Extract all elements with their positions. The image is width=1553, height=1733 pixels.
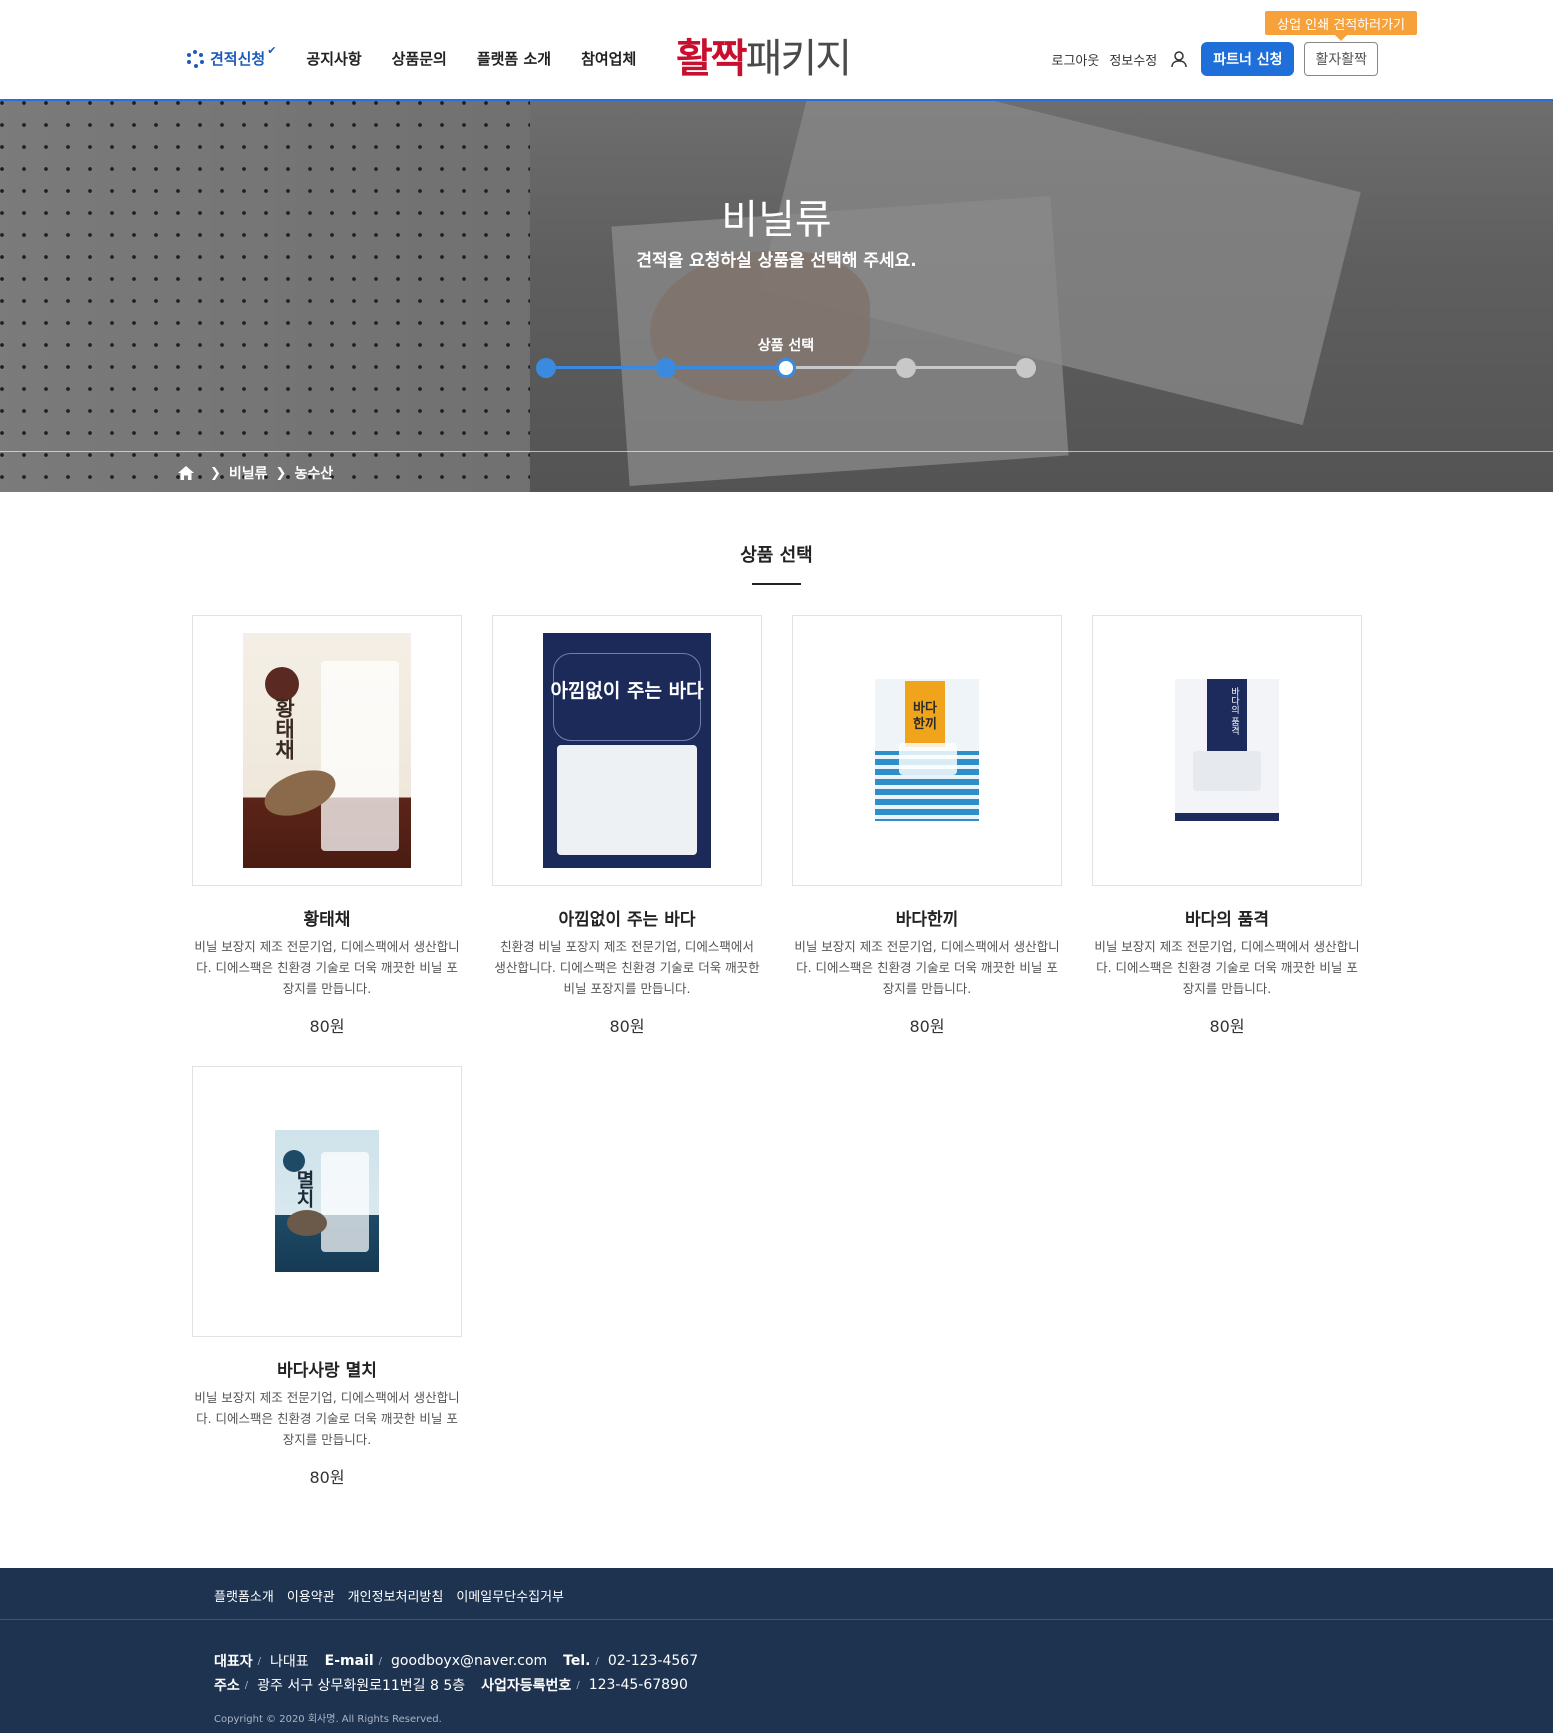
package-text: 아낌없이 주는 바다	[550, 680, 704, 702]
product-price: 80원	[309, 1468, 345, 1487]
product-image[interactable]: 황태채	[192, 615, 462, 886]
product-price: 80원	[309, 1017, 345, 1036]
site-footer: 플랫폼소개 이용약관 개인정보처리방침 이메일무단수집거부 대표자 / 나대표 E…	[0, 1568, 1553, 1733]
footer-link-privacy[interactable]: 개인정보처리방침	[348, 1586, 444, 1605]
product-description: 친환경 비닐 포장지 제조 전문기업, 디에스팩에서 생산합니다. 디에스팩은 …	[494, 939, 760, 996]
product-card[interactable]: 바다 한끼 바다한끼 비닐 보장지 제조 전문기업, 디에스팩에서 생산합니다.…	[792, 615, 1062, 1037]
logout-link[interactable]: 로그아웃	[1052, 50, 1100, 69]
product-image[interactable]: 바다 한끼	[792, 615, 1062, 886]
product-description: 비닐 보장지 제조 전문기업, 디에스팩에서 생산합니다. 디에스팩은 친환경 …	[1094, 939, 1360, 996]
nav-platform[interactable]: 플랫폼 소개	[477, 48, 551, 69]
tel-label: Tel.	[563, 1653, 591, 1669]
nav-estimate[interactable]: 견적신청 ✔	[186, 44, 276, 69]
footer-address-info: 주소 / 광주 서구 상무화원로11번길 8 5층 사업자등록번호/ 123-45…	[214, 1677, 688, 1694]
logo-red-text: 활짝	[676, 36, 748, 82]
nav-notice[interactable]: 공지사항	[306, 48, 361, 69]
product-description: 비닐 보장지 제조 전문기업, 디에스팩에서 생산합니다. 디에스팩은 친환경 …	[794, 939, 1060, 996]
hero-banner: 비닐류 견적을 요청하실 상품을 선택해 주세요. 상품 선택 ❯ 비닐류 ❯ …	[0, 101, 1553, 492]
home-icon[interactable]	[178, 466, 194, 480]
product-name[interactable]: 바다사랑 멸치	[192, 1356, 462, 1382]
breadcrumb-item-1[interactable]: 비닐류	[229, 463, 268, 483]
utility-nav: 로그아웃 정보수정 파트너 신청 활자활짝	[1042, 42, 1378, 76]
nav-partners[interactable]: 참여업체	[581, 48, 636, 69]
product-price: 80원	[909, 1017, 945, 1036]
breadcrumb-item-2[interactable]: 농수산	[294, 463, 333, 483]
page-subtitle: 견적을 요청하실 상품을 선택해 주세요.	[636, 251, 917, 271]
footer-divider	[0, 1619, 1553, 1620]
copyright: Copyright © 2020 회사명. All Rights Reserve…	[214, 1714, 442, 1725]
chevron-right-icon: ❯	[275, 465, 287, 481]
hwalja-button[interactable]: 활자활짝	[1304, 42, 1378, 76]
tel-value: 02-123-4567	[607, 1653, 699, 1669]
product-name[interactable]: 바다한끼	[792, 905, 1062, 931]
main-nav: 견적신청 ✔ 공지사항 상품문의 플랫폼 소개 참여업체	[186, 44, 666, 69]
product-image[interactable]: 바다의 품격	[1092, 615, 1362, 886]
edit-info-link[interactable]: 정보수정	[1109, 50, 1157, 69]
product-price: 80원	[1209, 1017, 1245, 1036]
product-price: 80원	[609, 1017, 645, 1036]
product-card[interactable]: 아낌없이 주는 바다 아낌없이 주는 바다 친환경 비닐 포장지 제조 전문기업…	[492, 615, 762, 1037]
partner-apply-button[interactable]: 파트너 신청	[1201, 42, 1295, 76]
product-card[interactable]: 황태채 황태채 비닐 보장지 제조 전문기업, 디에스팩에서 생산합니다. 디에…	[192, 615, 462, 1037]
breadcrumb: ❯ 비닐류 ❯ 농수산	[178, 463, 333, 483]
footer-link-terms[interactable]: 이용약관	[287, 1586, 335, 1605]
product-name[interactable]: 황태채	[192, 905, 462, 931]
step-dot-1	[536, 358, 556, 378]
product-image[interactable]: 아낌없이 주는 바다	[492, 615, 762, 886]
site-logo[interactable]: 활짝패키지	[676, 26, 880, 82]
section-divider	[752, 583, 801, 585]
page-title: 비닐류	[721, 197, 832, 243]
section-title: 상품 선택	[740, 545, 813, 566]
step-dot-2	[656, 358, 676, 378]
product-image[interactable]: 멸치	[192, 1066, 462, 1337]
biz-number-value: 123-45-67890	[588, 1677, 688, 1693]
nav-estimate-label: 견적신청	[210, 50, 266, 68]
step-dot-5	[1016, 358, 1036, 378]
step-dot-4	[896, 358, 916, 378]
nav-inquiry[interactable]: 상품문의	[392, 48, 447, 69]
email-label: E-mail	[324, 1653, 374, 1669]
footer-company-info: 대표자 / 나대표 E-mail / goodboyx@naver.com Tel.…	[214, 1653, 699, 1670]
email-value: goodboyx@naver.com	[391, 1653, 548, 1669]
product-description: 비닐 보장지 제조 전문기업, 디에스팩에서 생산합니다. 디에스팩은 친환경 …	[194, 939, 460, 996]
step-label: 상품 선택	[757, 338, 815, 354]
address-value: 광주 서구 상무화원로11번길 8 5층	[257, 1678, 466, 1694]
biz-number-label: 사업자등록번호	[481, 1678, 572, 1694]
footer-link-platform[interactable]: 플랫폼소개	[214, 1586, 274, 1605]
product-card[interactable]: 멸치 바다사랑 멸치 비닐 보장지 제조 전문기업, 디에스팩에서 생산합니다.…	[192, 1066, 462, 1488]
product-name[interactable]: 바다의 품격	[1092, 905, 1362, 931]
footer-links: 플랫폼소개 이용약관 개인정보처리방침 이메일무단수집거부	[214, 1586, 577, 1605]
package-text: 황태채	[272, 697, 296, 760]
user-icon[interactable]	[1169, 49, 1189, 69]
package-text: 바다의 품격	[1229, 687, 1239, 735]
check-icon: ✔	[267, 44, 277, 57]
chevron-right-icon: ❯	[210, 465, 221, 481]
step-dot-3	[776, 358, 796, 378]
site-header: 견적신청 ✔ 공지사항 상품문의 플랫폼 소개 참여업체 활짝패키지 상업 인쇄…	[0, 0, 1553, 101]
spinner-icon	[186, 49, 204, 68]
product-description: 비닐 보장지 제조 전문기업, 디에스팩에서 생산합니다. 디에스팩은 친환경 …	[194, 1390, 460, 1447]
ceo-value: 나대표	[270, 1654, 309, 1670]
address-label: 주소	[214, 1678, 240, 1694]
logo-gray-text: 패키지	[745, 36, 852, 82]
product-name[interactable]: 아낌없이 주는 바다	[492, 905, 762, 931]
product-card[interactable]: 바다의 품격 바다의 품격 비닐 보장지 제조 전문기업, 디에스팩에서 생산합…	[1092, 615, 1362, 1037]
package-text: 멸치	[293, 1170, 315, 1208]
ceo-label: 대표자	[214, 1654, 253, 1670]
package-text: 바다 한끼	[913, 701, 937, 732]
footer-link-email-policy[interactable]: 이메일무단수집거부	[456, 1586, 564, 1605]
print-estimate-tooltip[interactable]: 상업 인쇄 견적하러가기	[1265, 11, 1417, 41]
